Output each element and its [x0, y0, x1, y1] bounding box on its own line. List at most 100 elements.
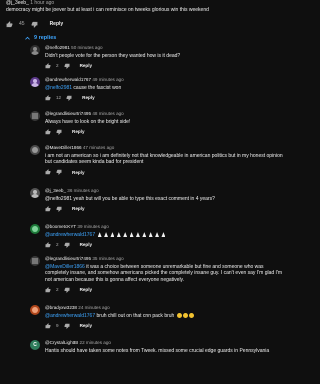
reply-text: @nelfo2981 cause the fascist won [45, 85, 288, 91]
reply-actions: Reply [45, 169, 288, 176]
reply-like-count: 2 [56, 242, 59, 248]
avatar[interactable] [30, 145, 40, 155]
reply-content: @legrandlisieurtri7495 35 minutes ago @M… [45, 256, 288, 293]
reply-text: Hantis should have taken some notes from… [45, 348, 270, 354]
reply-time[interactable]: 35 minutes ago [92, 256, 123, 261]
reply-content: @andrewherwald1767 49 minutes ago @nelfo… [45, 77, 288, 101]
avatar[interactable] [30, 45, 40, 55]
thumbs-up-icon[interactable] [45, 129, 51, 135]
avatar[interactable] [30, 224, 40, 234]
thumbs-down-icon[interactable] [64, 323, 70, 329]
thumbs-up-icon[interactable] [45, 323, 51, 329]
thumbs-down-icon[interactable] [31, 21, 38, 28]
thumbs-down-icon[interactable] [56, 169, 62, 176]
reply-handle[interactable]: @legrandlisieurtri7495 [45, 256, 91, 261]
top-comment-time[interactable]: 1 hour ago [30, 0, 54, 6]
reply-handle[interactable]: @nelfo2981 [45, 45, 70, 50]
reply-content: @bradyxw3238 24 minutes ago @andrewherwa… [45, 305, 288, 329]
reply-time[interactable]: 48 minutes ago [92, 111, 123, 116]
reply-button[interactable]: Reply [82, 95, 95, 100]
mention-link[interactable]: @MaveDiller1866 [45, 264, 85, 270]
reply-handle[interactable]: @andrewherwald1767 [45, 77, 91, 82]
reply-meta: @legrandlisieurtri7495 48 minutes ago [45, 111, 288, 117]
thumbs-down-icon[interactable] [64, 63, 70, 69]
reply-text: Didn't people vote for the person they w… [45, 53, 181, 59]
comments-page: @j_3eeb_ 1 hour ago democracy might be j… [0, 0, 293, 384]
thumbs-up-icon[interactable] [45, 95, 51, 101]
avatar[interactable] [30, 111, 40, 121]
reply-text: @MaveDiller1866 it was a choice between … [45, 264, 288, 283]
reply-handle[interactable]: @CrystalLightBI [45, 340, 78, 345]
reply-button[interactable]: Reply [80, 287, 93, 292]
reply-actions: 12 Reply [45, 94, 288, 101]
reply-time[interactable]: 24 minutes ago [78, 305, 109, 310]
top-comment: @j_3eeb_ 1 hour ago democracy might be j… [6, 0, 293, 14]
thumbs-down-icon[interactable] [66, 95, 72, 101]
reply-text-body: cause the fascist won [72, 85, 122, 91]
skull-emoji-row [97, 232, 167, 238]
top-comment-reply-button[interactable]: Reply [50, 21, 64, 27]
reply-handle[interactable]: @j_3eeb_ [45, 188, 66, 193]
reply-actions: 2 Reply [45, 286, 288, 293]
reply-handle[interactable]: @boometcKYT [45, 224, 76, 229]
reply-like-count: 12 [56, 95, 62, 101]
reply-button[interactable]: Reply [80, 63, 93, 68]
thumbs-down-icon[interactable] [56, 129, 62, 135]
reply-content: @legrandlisieurtri7495 48 minutes ago Al… [45, 111, 288, 135]
replies-toggle-label: 9 replies [34, 35, 57, 41]
reply-text-body: bruh chill out on that cnn pack bruh [95, 313, 175, 319]
reply-text: i am not an american so i am definitely … [45, 153, 283, 166]
reply-meta: @boometcKYT 39 minutes ago [45, 224, 288, 230]
avatar[interactable] [30, 188, 40, 198]
reply-actions: Reply [45, 205, 288, 212]
laughing-emoji [182, 313, 188, 319]
top-comment-meta: @j_3eeb_ 1 hour ago [6, 0, 293, 7]
reply-meta: @legrandlisieurtri7495 35 minutes ago [45, 256, 288, 262]
thumbs-down-icon[interactable] [64, 242, 70, 248]
thumbs-down-icon[interactable] [56, 206, 62, 212]
chevron-up-icon [24, 35, 31, 42]
avatar[interactable]: C [30, 340, 40, 350]
reply-content: @nelfo2981 50 minutes ago Didn't people … [45, 45, 288, 69]
avatar[interactable] [30, 256, 40, 266]
reply-meta: @CrystalLightBI 22 minutes ago [45, 340, 288, 346]
reply-text: @andrewherwald1767 bruh chill out on tha… [45, 313, 288, 319]
mention-link[interactable]: @nelfo2981 [45, 85, 72, 91]
laughing-emoji [188, 313, 194, 319]
thumbs-up-icon[interactable] [45, 169, 51, 175]
reply-handle[interactable]: @MaveDiller1866 [45, 145, 82, 150]
reply-handle[interactable]: @legrandlisieurtri7495 [45, 111, 91, 116]
thumbs-up-icon[interactable] [45, 242, 51, 248]
thumbs-down-icon[interactable] [64, 287, 70, 293]
thumbs-up-icon[interactable] [45, 286, 51, 293]
top-comment-actions: 45 Reply [6, 19, 63, 29]
top-comment-text: democracy might be joever but at least i… [6, 7, 209, 13]
thumbs-up-icon[interactable] [45, 63, 51, 69]
laughing-emoji [176, 313, 182, 319]
reply-text: @nelfo2981 yeah but will you be able to … [45, 196, 215, 202]
reply-button[interactable]: Reply [80, 242, 93, 247]
replies-toggle[interactable]: 9 replies [24, 33, 56, 43]
reply-button[interactable]: Reply [72, 129, 85, 134]
reply-button[interactable]: Reply [72, 170, 85, 175]
reply-button[interactable]: Reply [80, 323, 93, 328]
reply-time[interactable]: 39 minutes ago [77, 224, 108, 229]
thumbs-up-icon[interactable] [6, 20, 13, 28]
reply-actions: 2 Reply [45, 62, 288, 69]
reply-handle[interactable]: @bradyxw3238 [45, 305, 77, 310]
reply-button[interactable]: Reply [72, 206, 85, 211]
reply-time[interactable]: 47 minutes ago [83, 145, 114, 150]
top-comment-handle[interactable]: @j_3eeb_ [6, 0, 29, 6]
reply-like-count: 9 [56, 323, 59, 329]
reply-time[interactable]: 49 minutes ago [92, 77, 123, 82]
mention-link[interactable]: @andrewherwald1767 [45, 313, 95, 319]
reply-time[interactable]: 36 minutes ago [67, 188, 98, 193]
mention-link[interactable]: @andrewherwald1767 [45, 232, 95, 238]
reply-like-count: 2 [56, 63, 59, 69]
avatar[interactable] [30, 305, 40, 315]
reply-time[interactable]: 50 minutes ago [71, 45, 102, 50]
reply-content: @MaveDiller1866 47 minutes ago i am not … [45, 145, 288, 176]
thumbs-up-icon[interactable] [45, 206, 51, 212]
avatar[interactable] [30, 77, 40, 87]
reply-time[interactable]: 22 minutes ago [80, 340, 111, 345]
